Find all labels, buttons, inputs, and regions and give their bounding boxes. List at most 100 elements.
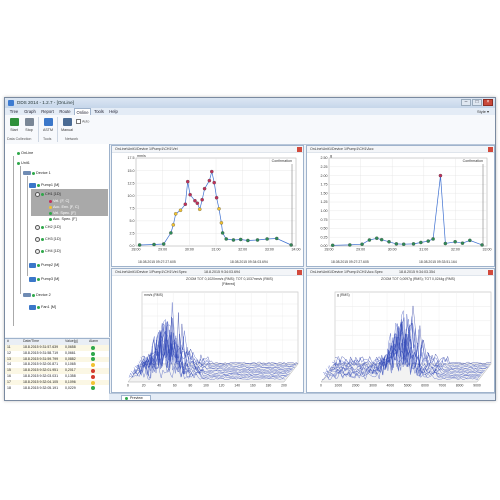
window-title: DDS 2014 - 1.2.7 - [OnLine] (17, 100, 74, 105)
acc-trend-panel: OnLine\Unit1\Device 1\Pump1\CH1\Acc 0.00… (306, 145, 495, 267)
tree-node-ch1[interactable]: CH1 [1D] (35, 191, 61, 197)
tab-graph[interactable]: Graph (22, 108, 38, 115)
tab-help[interactable]: Help (107, 108, 120, 115)
data-point (367, 238, 372, 242)
close-button[interactable]: × (483, 99, 493, 106)
acc-trend-chart: 0.000.250.500.751.001.251.501.752.002.25… (321, 154, 492, 252)
col-alarm: Alarm (89, 339, 99, 343)
data-point (411, 242, 416, 246)
data-point (330, 243, 335, 248)
table-row[interactable]: 12 18.8.2015 9:31:58.719 0,0661 (5, 350, 109, 357)
x-tick-label: 20 (142, 384, 146, 388)
close-panel-icon[interactable] (297, 269, 302, 275)
minimize-button[interactable]: – (461, 99, 471, 106)
panel-title: OnLine\Unit1\Device 1\Pump1\CH1\Acc (310, 146, 374, 151)
alarm-status-icon (91, 386, 95, 391)
tree-node-ch3[interactable]: CH3 [1D] (35, 236, 61, 242)
panel-title: OnLine\Unit1\Device 1\Pump1\CH1\Vel.Spec (115, 269, 187, 274)
tree-node-unit1[interactable]: Unit1 (17, 160, 30, 166)
data-point (460, 241, 465, 245)
tab-online[interactable]: Online (74, 108, 91, 115)
table-row[interactable]: 16 18.8.2015 9:32:03.031 0,1358 (5, 374, 109, 380)
table-row[interactable]: 15 18.8.2015 9:32:01.951 0,2017 (5, 368, 109, 374)
stop-label: Stop (25, 128, 33, 132)
col-index: # (7, 339, 9, 343)
tree-node-pump1[interactable]: Pump1 [M] (29, 182, 59, 188)
x-tick-label: 0 (127, 384, 129, 388)
close-panel-icon[interactable] (488, 269, 493, 275)
table-row[interactable]: 17 18.8.2015 9:32:04.105 0,1096 (5, 379, 109, 386)
app-logo-icon (8, 100, 14, 106)
x-tick-label: 180 (266, 384, 272, 388)
y-tick-label: 2.5 (130, 232, 135, 236)
row-index: 17 (7, 379, 11, 384)
row-value: 0,0658 (65, 345, 76, 349)
data-point (185, 179, 190, 184)
row-value: 0,1065 (65, 362, 76, 367)
table-row[interactable]: 11 18.8.2015 9:31:57.639 0,0658 (5, 345, 109, 351)
y-tick-label: 1.00 (321, 209, 328, 213)
tree-node-ch2[interactable]: CH2 [1D] (35, 224, 61, 230)
tab-tools[interactable]: Tools (92, 108, 106, 115)
tree-node-device2[interactable]: Device 2 (23, 292, 51, 298)
alarm-status-icon (91, 363, 95, 368)
data-point (255, 238, 260, 242)
tree-node-online[interactable]: OnLine (17, 150, 33, 156)
astm-button[interactable]: ASTM (41, 118, 55, 137)
style-menu[interactable]: Style ▾ (477, 109, 489, 114)
x-tick-label: 0 (320, 384, 322, 388)
x-tick-label: 80 (189, 384, 193, 388)
start-button[interactable]: Start (7, 118, 21, 137)
vel-trend-panel: OnLine\Unit1\Device 1\Pump1\CH1\Vel 0.0 2… (111, 145, 304, 267)
group-network: Network (65, 137, 79, 141)
close-panel-icon[interactable] (488, 146, 493, 152)
row-datetime: 18.8.2015 9:32:03.031 (23, 374, 59, 378)
maximize-button[interactable]: □ (472, 99, 482, 106)
data-point (173, 212, 178, 216)
tree-node-pump2[interactable]: Pump2 [M] (29, 262, 59, 268)
tab-route[interactable]: Route (57, 108, 73, 115)
row-index: 14 (7, 362, 11, 367)
tab-preview[interactable]: Preview (121, 395, 151, 400)
y-tick-label: 2.50 (321, 156, 328, 160)
row-index: 13 (7, 356, 11, 361)
manual-button[interactable]: Manual (60, 118, 74, 137)
stop-button[interactable]: Stop (22, 118, 36, 137)
x-tick-label: 30:00 (388, 248, 397, 252)
x-tick-label: 33:00 (265, 248, 274, 252)
x-tick-label: 6000 (421, 384, 429, 388)
x-tick-label: 3000 (369, 384, 377, 388)
tree-node-device1[interactable]: Device 1 (23, 170, 51, 176)
row-value: 0,1096 (65, 379, 76, 384)
tree-node-acc-spec[interactable]: Acc. Spec. [F] (49, 216, 77, 222)
y-axis-label: g (330, 154, 332, 158)
close-panel-icon[interactable] (297, 146, 302, 152)
table-row[interactable]: 14 18.8.2015 9:32:00.871 0,1065 (5, 362, 109, 368)
data-point (394, 242, 399, 246)
tab-tree[interactable]: Tree (7, 108, 21, 115)
auto-checkbox[interactable]: Auto (76, 119, 89, 124)
x-tick-label: 120 (219, 384, 225, 388)
spectrum-info: ZOOM TOT 0,0097g (RMS); TOT 0,0244g (RMS… (381, 277, 456, 281)
table-row[interactable]: 18 18.8.2015 9:32:05.191 0,0229 (5, 385, 109, 392)
row-value: 0,1358 (65, 374, 76, 378)
col-value: Value[g] (65, 339, 78, 343)
y-tick-label: 15.0 (128, 169, 135, 173)
manual-label: Manual (61, 128, 73, 132)
tree-node-fan1[interactable]: Fan1 [M] (29, 304, 56, 310)
y-tick-label: 0.25 (321, 235, 328, 239)
row-value: 0,0229 (65, 385, 76, 390)
data-point (183, 202, 188, 207)
range-start: 18.08.2015 09:27:27.605 (331, 260, 369, 264)
range-end: 18.08.2015 09:34:03.694 (230, 260, 268, 264)
tree-node-pump3[interactable]: Pump3 [M] (29, 276, 59, 282)
table-row[interactable]: 13 18.8.2015 9:31:59.799 0,0882 (5, 356, 109, 363)
x-tick-label: 29:00 (356, 248, 365, 252)
annotation-label: Confirmation (463, 159, 483, 163)
tab-report[interactable]: Report (39, 108, 56, 115)
y-tick-label: 1.50 (321, 191, 328, 195)
spectrum-filter: [Filtered] (222, 282, 236, 286)
tree-node-ch4[interactable]: CH4 [1D] (35, 248, 61, 254)
row-datetime: 18.8.2015 9:32:04.105 (23, 379, 59, 384)
stop-icon (24, 118, 34, 126)
